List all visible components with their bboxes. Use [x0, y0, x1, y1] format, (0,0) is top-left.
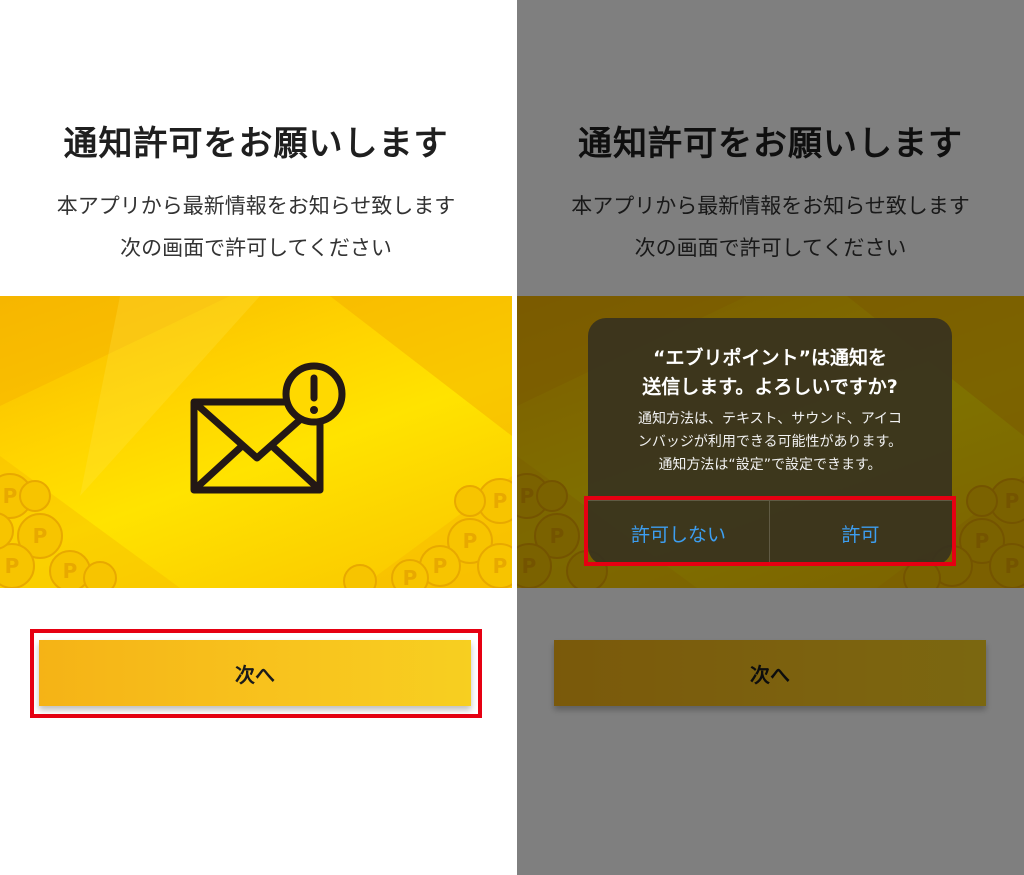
next-button: 次へ	[554, 640, 986, 706]
svg-text:P: P	[3, 484, 18, 508]
description-line-2: 次の画面で許可してください	[634, 236, 907, 260]
alert-title: “エブリポイント”は通知を 送信します。よろしいですか?	[588, 344, 952, 402]
svg-text:P: P	[63, 559, 78, 583]
svg-text:P: P	[493, 489, 508, 513]
highlight-frame-alert-buttons	[584, 496, 956, 566]
description-line-2: 次の画面で許可してください	[120, 236, 392, 260]
alert-title-line-1: “エブリポイント”は通知を	[653, 347, 887, 369]
svg-text:P: P	[403, 566, 418, 588]
description-line-1: 本アプリから最新情報をお知らせ致します	[571, 194, 970, 218]
envelope-alert-icon	[190, 362, 346, 494]
alert-message-line-2: ンバッジが利用できる可能性があります。	[637, 434, 903, 450]
alert-message-line-3: 通知方法は“設定”で設定できます。	[658, 457, 882, 473]
next-button[interactable]: 次へ	[39, 640, 471, 706]
svg-text:P: P	[520, 484, 535, 508]
svg-text:P: P	[433, 554, 448, 578]
svg-text:P: P	[33, 524, 48, 548]
alert-message-line-1: 通知方法は、テキスト、サウンド、アイコ	[637, 411, 903, 427]
svg-text:P: P	[975, 529, 990, 553]
page-title: 通知許可をお願いします	[578, 124, 963, 164]
svg-text:P: P	[522, 554, 537, 578]
alert-title-line-2: 送信します。よろしいですか?	[642, 376, 898, 398]
description-line-1: 本アプリから最新情報をお知らせ致します	[56, 194, 456, 218]
svg-text:P: P	[550, 524, 565, 548]
page-title: 通知許可をお願いします	[63, 124, 449, 164]
svg-text:P: P	[1005, 554, 1020, 578]
left-screen: 通知許可をお願いします 本アプリから最新情報をお知らせ致します 次の画面で許可し…	[0, 0, 512, 875]
svg-text:P: P	[463, 529, 478, 553]
right-screen: 通知許可をお願いします 本アプリから最新情報をお知らせ致します 次の画面で許可し…	[517, 0, 1024, 875]
svg-text:P: P	[5, 554, 20, 578]
alert-message: 通知方法は、テキスト、サウンド、アイコ ンバッジが利用できる可能性があります。 …	[588, 408, 952, 477]
svg-text:P: P	[1005, 489, 1020, 513]
notification-banner: PPP PPP PPP	[0, 296, 512, 588]
svg-text:P: P	[493, 554, 508, 578]
